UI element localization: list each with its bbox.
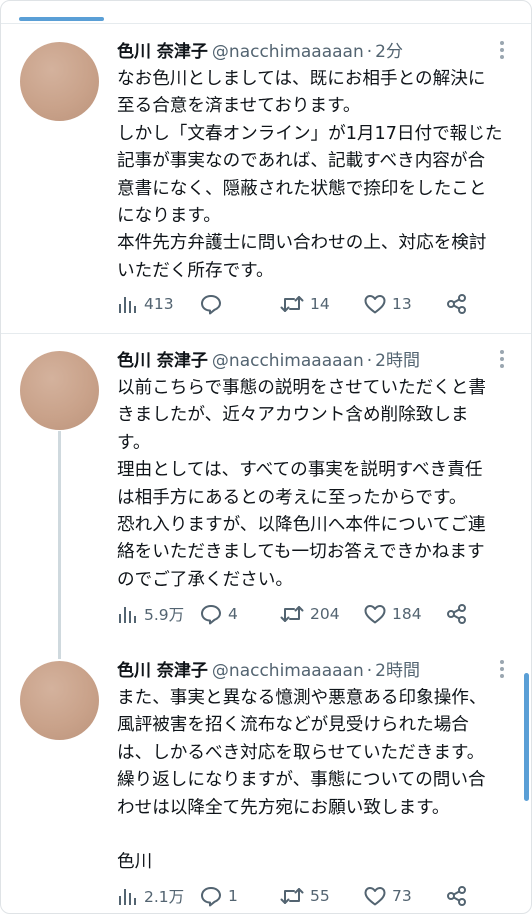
tweet-header: 色川 奈津子 @nacchimaaaaan · 2時間 <box>117 659 511 683</box>
text-line: 理由としては、すべての事実を説明すべき責任 <box>117 460 483 481</box>
avatar[interactable] <box>20 351 99 430</box>
tab-indicator <box>19 17 104 21</box>
views-button[interactable]: 2.1万 <box>117 883 184 909</box>
action-bar: 413 14 13 <box>117 291 477 317</box>
share-icon <box>447 886 466 906</box>
more-icon[interactable] <box>499 350 505 370</box>
timestamp[interactable]: 2分 <box>375 42 403 62</box>
text-line <box>117 822 517 849</box>
reply-count: 4 <box>228 605 238 623</box>
text-line: 至る合意を済ませております。 <box>117 96 361 117</box>
share-button[interactable] <box>445 291 469 317</box>
text-line: 恐れ入りますが、以降色川へ本件についてご連 <box>117 515 486 536</box>
separator-dot: · <box>366 351 373 371</box>
text-line: 色川 <box>117 852 153 873</box>
retweet-icon <box>280 296 304 312</box>
text-line: は相手方にあるとの考えに至ったからです。 <box>117 487 467 508</box>
author-handle[interactable]: @nacchimaaaaan <box>212 42 364 62</box>
author-name[interactable]: 色川 奈津子 <box>117 42 208 62</box>
author-name[interactable]: 色川 奈津子 <box>117 661 208 681</box>
separator-dot: · <box>366 661 373 681</box>
retweet-button[interactable]: 14 <box>279 291 330 317</box>
text-line: 記事が事実なのであれば、記載すべき内容が合 <box>117 151 486 172</box>
views-icon <box>119 297 136 313</box>
reply-icon <box>201 295 221 315</box>
views-button[interactable]: 5.9万 <box>117 601 184 627</box>
text-line: 風評被害を招く流布などが見受けられた場合 <box>117 715 469 736</box>
views-button[interactable]: 413 <box>117 291 174 317</box>
thread-connector <box>58 431 61 659</box>
like-button[interactable]: 13 <box>363 291 412 317</box>
reply-count <box>228 295 233 313</box>
views-count: 5.9万 <box>144 606 185 624</box>
retweet-icon <box>280 888 304 904</box>
action-bar: 2.1万 1 55 73 <box>117 883 477 909</box>
like-count: 184 <box>392 605 422 623</box>
text-line: また、事実と異なる憶測や悪意ある印象操作、 <box>117 688 487 708</box>
text-line: は、しかるべき対応を取らせていただきます。 <box>117 742 485 763</box>
tweet-divider <box>1 333 531 334</box>
text-line: しかし「文春オンライン」が1月17日付で報じた <box>117 123 503 144</box>
like-button[interactable]: 184 <box>363 601 422 627</box>
timeline-panel: 色川 奈津子 @nacchimaaaaan · 2分 なお色川としましては、既にお相手… <box>0 0 532 914</box>
author-handle[interactable]: @nacchimaaaaan <box>212 661 364 681</box>
author-name[interactable]: 色川 奈津子 <box>117 351 208 371</box>
share-icon <box>447 604 466 624</box>
text-line: 本件先方弁護士に問い合わせの上、対応を検討 <box>117 233 487 254</box>
reply-button[interactable]: 1 <box>199 883 238 909</box>
tweet-header: 色川 奈津子 @nacchimaaaaan · 2時間 <box>117 349 511 373</box>
text-line: のでご了承ください。 <box>117 569 293 590</box>
avatar[interactable] <box>20 661 99 740</box>
text-line: なお色川としましては、既にお相手との解決に <box>117 69 486 89</box>
reply-icon <box>201 887 221 907</box>
tweet-text: また、事実と異なる憶測や悪意ある印象操作、 風評被害を招く流布などが見受けられた… <box>117 685 517 877</box>
timestamp[interactable]: 2時間 <box>375 351 420 371</box>
text-line: 絡をいただきましても一切お答えできかねます <box>117 542 485 563</box>
retweet-icon <box>280 606 304 622</box>
retweet-count: 55 <box>310 887 330 905</box>
separator-dot: · <box>366 42 373 62</box>
divider <box>1 23 531 24</box>
share-button[interactable] <box>445 883 469 909</box>
retweet-count: 14 <box>310 295 330 313</box>
text-line: わせは以降全て先方宛にお願い致します。 <box>117 797 450 818</box>
retweet-count: 204 <box>310 605 340 623</box>
avatar[interactable] <box>20 42 99 121</box>
share-icon <box>447 294 466 314</box>
like-icon <box>364 605 386 624</box>
tweet-header: 色川 奈津子 @nacchimaaaaan · 2分 <box>117 40 511 64</box>
retweet-button[interactable]: 55 <box>279 883 330 909</box>
views-count: 413 <box>144 295 174 313</box>
tweet-text: なお色川としましては、既にお相手との解決に 至る合意を済ませております。 しかし… <box>117 66 517 285</box>
text-line: 意書になく、隠蔽された状態で捺印をしたこと <box>117 178 487 199</box>
text-line: きましたが、近々アカウント含め削除致しま <box>117 405 469 426</box>
text-line: 繰り返しになりますが、事態についての問い合 <box>117 770 486 791</box>
like-icon <box>364 887 386 906</box>
reply-count: 1 <box>228 887 238 905</box>
reply-button[interactable]: 4 <box>199 601 238 627</box>
like-count: 73 <box>392 887 412 905</box>
scrollbar-thumb[interactable] <box>524 673 529 801</box>
text-line: になります。 <box>117 206 221 227</box>
text-line: 以前こちらで事態の説明をさせていただくと書 <box>117 378 486 398</box>
action-bar: 5.9万 4 204 184 <box>117 601 477 627</box>
views-icon <box>119 889 136 905</box>
like-count: 13 <box>392 295 412 313</box>
like-icon <box>364 295 386 314</box>
like-button[interactable]: 73 <box>363 883 412 909</box>
more-icon[interactable] <box>499 41 505 61</box>
timestamp[interactable]: 2時間 <box>375 661 420 681</box>
retweet-button[interactable]: 204 <box>279 601 340 627</box>
share-button[interactable] <box>445 601 469 627</box>
reply-icon <box>201 605 221 625</box>
more-icon[interactable] <box>499 660 505 680</box>
views-icon <box>119 607 136 623</box>
views-count: 2.1万 <box>144 888 185 906</box>
reply-button[interactable] <box>199 291 233 317</box>
tweet-text: 以前こちらで事態の説明をさせていただくと書 きましたが、近々アカウント含め削除致… <box>117 375 517 594</box>
text-line: す。 <box>117 432 151 453</box>
text-line: いただく所存です。 <box>117 260 274 281</box>
author-handle[interactable]: @nacchimaaaaan <box>212 351 364 371</box>
